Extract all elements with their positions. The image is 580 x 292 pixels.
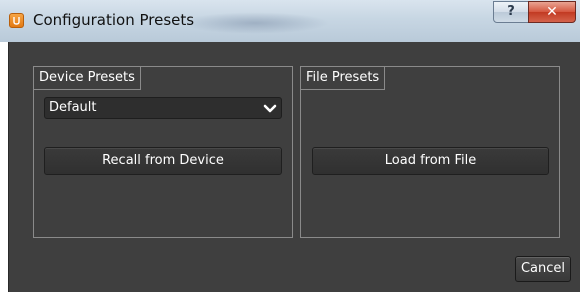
recall-from-device-button[interactable]: Recall from Device (44, 147, 282, 175)
help-button[interactable]: ? (493, 1, 529, 23)
device-preset-selected-value: Default (49, 100, 97, 115)
file-presets-title: File Presets (300, 66, 386, 90)
device-presets-title: Device Presets (33, 66, 141, 90)
device-presets-group: Device Presets Default Recall from Devic… (33, 66, 293, 238)
chevron-down-icon (263, 102, 277, 122)
title-bar: Configuration Presets ? ✕ (0, 0, 580, 42)
app-logo-icon (9, 13, 24, 28)
cancel-button[interactable]: Cancel (515, 256, 571, 282)
load-from-file-button[interactable]: Load from File (312, 147, 549, 175)
file-presets-group: File Presets Load from File (300, 66, 560, 238)
dialog-body: Device Presets Default Recall from Devic… (8, 42, 580, 292)
device-preset-select[interactable]: Default (44, 97, 282, 119)
window-title: Configuration Presets (33, 11, 195, 29)
configuration-presets-dialog: Configuration Presets ? ✕ Device Presets… (0, 0, 580, 292)
close-button[interactable]: ✕ (528, 1, 576, 23)
